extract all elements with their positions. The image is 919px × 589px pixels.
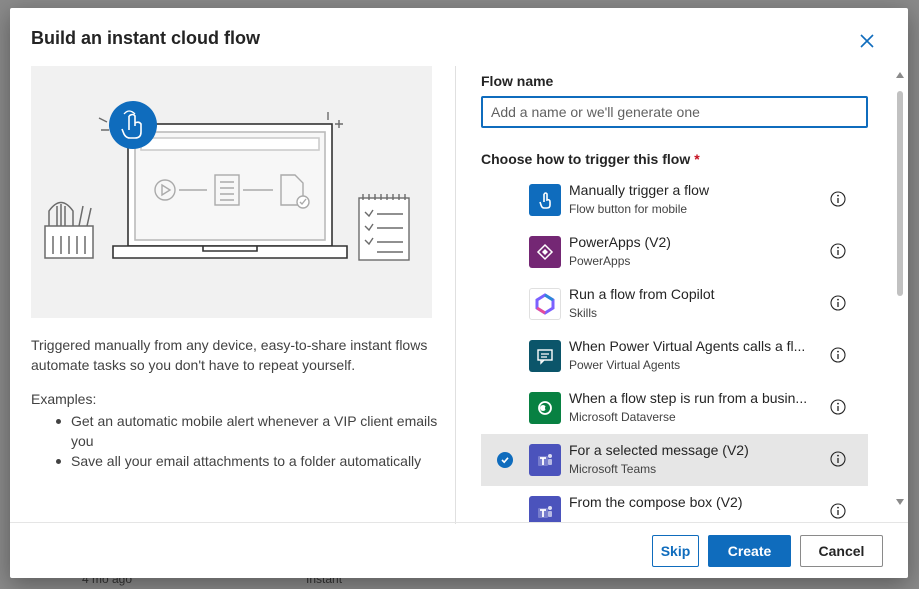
copilot-icon — [529, 288, 561, 320]
info-icon[interactable] — [830, 347, 846, 363]
flow-name-label: Flow name — [481, 73, 554, 89]
teams-icon — [529, 444, 561, 476]
scroll-down-arrow-icon[interactable] — [896, 499, 904, 505]
pane-divider — [455, 66, 456, 524]
flow-description: Triggered manually from any device, easy… — [31, 337, 428, 373]
info-icon[interactable] — [830, 295, 846, 311]
info-icon[interactable] — [830, 451, 846, 467]
info-icon[interactable] — [830, 399, 846, 415]
trigger-title: When Power Virtual Agents calls a fl... — [569, 338, 806, 354]
plant-icon — [44, 201, 94, 259]
trigger-option-powerapps[interactable]: PowerApps (V2) PowerApps — [481, 226, 868, 278]
trigger-option-pva[interactable]: When Power Virtual Agents calls a fl... … — [481, 330, 868, 382]
scroll-thumb[interactable] — [897, 91, 903, 296]
checkmark-icon — [497, 452, 513, 468]
trigger-subtitle: Flow button for mobile — [569, 202, 688, 216]
instant-flow-illustration — [31, 66, 432, 318]
trigger-title: Run a flow from Copilot — [569, 286, 715, 302]
touch-icon — [529, 184, 561, 216]
close-icon[interactable] — [860, 34, 874, 48]
touch-icon — [109, 101, 157, 149]
scroll-up-arrow-icon[interactable] — [896, 72, 904, 78]
create-button[interactable]: Create — [708, 535, 791, 567]
info-icon[interactable] — [830, 503, 846, 519]
trigger-subtitle: Power Virtual Agents — [569, 358, 681, 372]
trigger-subtitle: Skills — [569, 306, 598, 320]
trigger-list: Manually trigger a flow Flow button for … — [481, 174, 868, 522]
trigger-title: When a flow step is run from a busin... — [569, 390, 808, 406]
build-flow-dialog: Build an instant cloud flow Triggered ma… — [10, 8, 908, 578]
trigger-title: From the compose box (V2) — [569, 494, 743, 510]
close-button[interactable] — [856, 30, 878, 52]
trigger-option-dataverse[interactable]: When a flow step is run from a busin... … — [481, 382, 868, 434]
trigger-subtitle: Microsoft Dataverse — [569, 410, 676, 424]
example-item: Get an automatic mobile alert whenever a… — [51, 411, 441, 451]
laptop-icon — [112, 123, 348, 259]
examples-label: Examples: — [31, 391, 97, 407]
trigger-option-teams-compose[interactable]: From the compose box (V2) — [481, 486, 868, 522]
example-item: Save all your email attachments to a fol… — [51, 451, 441, 471]
info-icon[interactable] — [830, 191, 846, 207]
info-icon[interactable] — [830, 243, 846, 259]
trigger-option-manual[interactable]: Manually trigger a flow Flow button for … — [481, 174, 868, 226]
powerapps-icon — [529, 236, 561, 268]
footer-divider — [10, 522, 908, 523]
trigger-title: Manually trigger a flow — [569, 182, 710, 198]
trigger-label: Choose how to trigger this flow * — [481, 151, 700, 167]
scrollbar[interactable] — [893, 66, 907, 524]
teams-icon — [529, 496, 561, 522]
pva-icon — [529, 340, 561, 372]
trigger-subtitle: PowerApps — [569, 254, 631, 268]
examples-list: Get an automatic mobile alert whenever a… — [51, 411, 441, 471]
trigger-subtitle: Microsoft Teams — [569, 462, 657, 476]
flow-name-input[interactable] — [481, 96, 868, 128]
trigger-title: For a selected message (V2) — [569, 442, 749, 458]
trigger-option-copilot[interactable]: Run a flow from Copilot Skills — [481, 278, 868, 330]
trigger-title: PowerApps (V2) — [569, 234, 671, 250]
cancel-button[interactable]: Cancel — [800, 535, 883, 567]
trigger-option-teams-message[interactable]: For a selected message (V2) Microsoft Te… — [481, 434, 868, 486]
dataverse-icon — [529, 392, 561, 424]
required-mark: * — [694, 151, 700, 167]
skip-button[interactable]: Skip — [652, 535, 699, 567]
dialog-title: Build an instant cloud flow — [31, 28, 260, 48]
checklist-icon — [358, 194, 410, 261]
trigger-label-text: Choose how to trigger this flow — [481, 151, 691, 167]
